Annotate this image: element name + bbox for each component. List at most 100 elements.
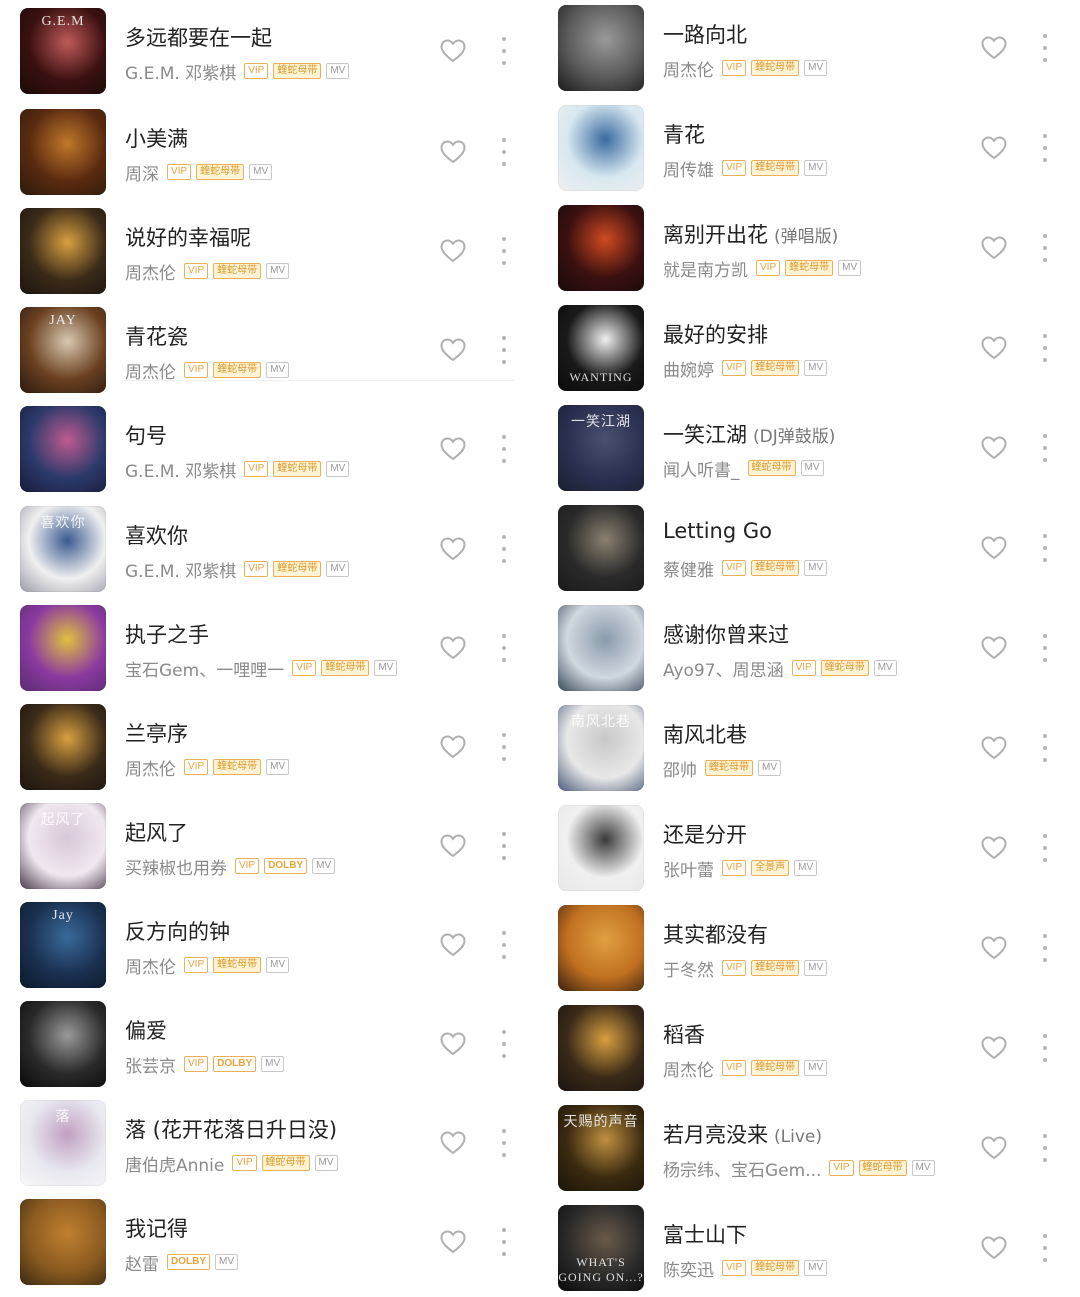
song-row[interactable]: 离别开出花 (弹唱版) 就是南方凯 VIP 蝰蛇母带 MV: [558, 205, 1068, 291]
artist-name[interactable]: 闻人听書_: [663, 456, 740, 481]
song-title[interactable]: 稻香: [663, 1019, 705, 1049]
heart-outline-icon[interactable]: [440, 933, 466, 957]
song-row[interactable]: 天赐的声音 若月亮没来 (Live) 杨宗纬、宝石Gem... VIP 蝰蛇母带 MV: [558, 1105, 1068, 1191]
album-cover[interactable]: [20, 109, 106, 195]
mv-badge[interactable]: MV: [266, 759, 290, 775]
album-cover[interactable]: G.E.M: [20, 8, 106, 94]
song-row[interactable]: G.E.M 多远都要在一起 G.E.M. 邓紫棋 VIP 蝰蛇母带 MV: [20, 8, 540, 94]
album-cover[interactable]: [558, 805, 644, 891]
more-vertical-icon[interactable]: [497, 535, 511, 563]
album-cover[interactable]: [558, 1005, 644, 1091]
artist-name[interactable]: 周深: [125, 160, 159, 185]
mv-badge[interactable]: MV: [266, 362, 290, 378]
heart-outline-icon[interactable]: [981, 336, 1007, 360]
artist-name[interactable]: 陈奕迅: [663, 1256, 714, 1281]
heart-outline-icon[interactable]: [440, 537, 466, 561]
song-title[interactable]: 偏爱: [125, 1015, 167, 1045]
heart-outline-icon[interactable]: [440, 437, 466, 461]
more-vertical-icon[interactable]: [1038, 334, 1052, 362]
song-row[interactable]: 说好的幸福呢 周杰伦 VIP 蝰蛇母带 MV: [20, 208, 540, 294]
mv-badge[interactable]: MV: [249, 164, 273, 180]
heart-outline-icon[interactable]: [981, 1136, 1007, 1160]
artist-name[interactable]: G.E.M. 邓紫棋: [125, 557, 236, 582]
mv-badge[interactable]: MV: [804, 360, 828, 376]
heart-outline-icon[interactable]: [440, 239, 466, 263]
more-vertical-icon[interactable]: [1038, 434, 1052, 462]
song-title[interactable]: 小美满: [125, 123, 188, 153]
song-title[interactable]: 一笑江湖 (DJ弹鼓版): [663, 419, 835, 449]
song-row[interactable]: Letting Go 蔡健雅 VIP 蝰蛇母带 MV: [558, 505, 1068, 591]
artist-name[interactable]: 张叶蕾: [663, 856, 714, 881]
heart-outline-icon[interactable]: [440, 140, 466, 164]
album-cover[interactable]: [558, 605, 644, 691]
more-vertical-icon[interactable]: [1038, 634, 1052, 662]
song-title[interactable]: 青花瓷: [125, 321, 188, 351]
heart-outline-icon[interactable]: [440, 1131, 466, 1155]
mv-badge[interactable]: MV: [261, 1056, 285, 1072]
heart-outline-icon[interactable]: [981, 736, 1007, 760]
album-cover[interactable]: 落: [20, 1100, 106, 1186]
artist-name[interactable]: 周杰伦: [663, 1056, 714, 1081]
artist-name[interactable]: 蔡健雅: [663, 556, 714, 581]
album-cover[interactable]: [20, 208, 106, 294]
song-title[interactable]: 若月亮没来 (Live): [663, 1119, 822, 1149]
more-vertical-icon[interactable]: [1038, 934, 1052, 962]
more-vertical-icon[interactable]: [1038, 834, 1052, 862]
heart-outline-icon[interactable]: [981, 1236, 1007, 1260]
heart-outline-icon[interactable]: [440, 834, 466, 858]
more-vertical-icon[interactable]: [497, 435, 511, 463]
more-vertical-icon[interactable]: [497, 37, 511, 65]
more-vertical-icon[interactable]: [1038, 234, 1052, 262]
song-row[interactable]: 南风北巷 南风北巷 邵帅 蝰蛇母带 MV: [558, 705, 1068, 791]
song-title[interactable]: 一路向北: [663, 19, 747, 49]
song-title[interactable]: 句号: [125, 420, 167, 450]
artist-name[interactable]: Ayo97、周思涵: [663, 656, 784, 681]
heart-outline-icon[interactable]: [981, 836, 1007, 860]
song-row[interactable]: Jay 反方向的钟 周杰伦 VIP 蝰蛇母带 MV: [20, 902, 540, 988]
artist-name[interactable]: 赵雷: [125, 1250, 159, 1275]
album-cover[interactable]: 喜欢你: [20, 506, 106, 592]
song-title[interactable]: 说好的幸福呢: [125, 222, 251, 252]
song-row[interactable]: 一笑江湖 一笑江湖 (DJ弹鼓版) 闻人听書_ 蝰蛇母带 MV: [558, 405, 1068, 491]
song-row[interactable]: 还是分开 张叶蕾 VIP 全景声 MV: [558, 805, 1068, 891]
artist-name[interactable]: 就是南方凯: [663, 256, 748, 281]
mv-badge[interactable]: MV: [838, 260, 862, 276]
heart-outline-icon[interactable]: [981, 1036, 1007, 1060]
song-row[interactable]: 一路向北 周杰伦 VIP 蝰蛇母带 MV: [558, 5, 1068, 91]
artist-name[interactable]: 于冬然: [663, 956, 714, 981]
song-title[interactable]: 离别开出花 (弹唱版): [663, 219, 838, 249]
song-title[interactable]: 我记得: [125, 1213, 188, 1243]
more-vertical-icon[interactable]: [497, 733, 511, 761]
artist-name[interactable]: G.E.M. 邓紫棋: [125, 457, 236, 482]
more-vertical-icon[interactable]: [497, 832, 511, 860]
mv-badge[interactable]: MV: [911, 1160, 935, 1176]
heart-outline-icon[interactable]: [440, 1032, 466, 1056]
album-cover[interactable]: 起风了: [20, 803, 106, 889]
song-row[interactable]: 执子之手 宝石Gem、一哩哩一 VIP 蝰蛇母带 MV: [20, 605, 540, 691]
mv-badge[interactable]: MV: [804, 1260, 828, 1276]
mv-badge[interactable]: MV: [312, 858, 336, 874]
artist-name[interactable]: 周杰伦: [663, 56, 714, 81]
album-cover[interactable]: WHAT'S GOING ON...?: [558, 1205, 644, 1291]
album-cover[interactable]: WANTING: [558, 305, 644, 391]
album-cover[interactable]: [20, 605, 106, 691]
song-row[interactable]: WANTING 最好的安排 曲婉婷 VIP 蝰蛇母带 MV: [558, 305, 1068, 391]
mv-badge[interactable]: MV: [215, 1254, 238, 1270]
heart-outline-icon[interactable]: [440, 636, 466, 660]
song-row[interactable]: 偏爱 张芸京 VIP DOLBY MV: [20, 1001, 540, 1087]
artist-name[interactable]: 周传雄: [663, 156, 714, 181]
artist-name[interactable]: 曲婉婷: [663, 356, 714, 381]
album-cover[interactable]: [558, 5, 644, 91]
heart-outline-icon[interactable]: [981, 936, 1007, 960]
artist-name[interactable]: 周杰伦: [125, 259, 176, 284]
artist-name[interactable]: G.E.M. 邓紫棋: [125, 59, 236, 84]
more-vertical-icon[interactable]: [497, 237, 511, 265]
song-title[interactable]: 反方向的钟: [125, 916, 230, 946]
mv-badge[interactable]: MV: [266, 263, 290, 279]
song-title[interactable]: Letting Go: [663, 519, 772, 543]
song-title[interactable]: 还是分开: [663, 819, 747, 849]
artist-name[interactable]: 周杰伦: [125, 358, 176, 383]
mv-badge[interactable]: MV: [804, 1060, 828, 1076]
more-vertical-icon[interactable]: [497, 931, 511, 959]
song-row[interactable]: 感谢你曾来过 Ayo97、周思涵 VIP 蝰蛇母带 MV: [558, 605, 1068, 691]
